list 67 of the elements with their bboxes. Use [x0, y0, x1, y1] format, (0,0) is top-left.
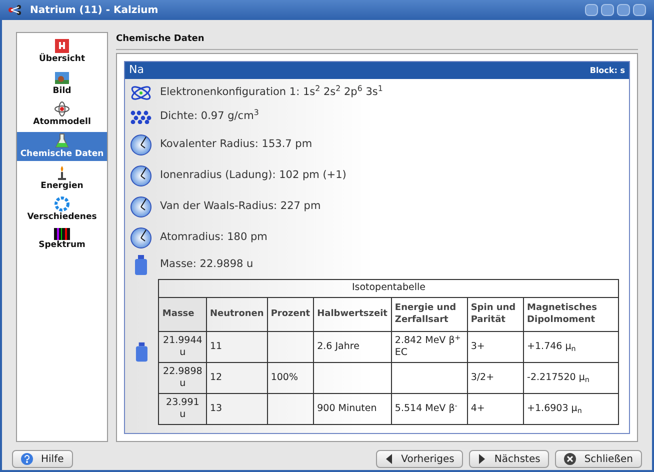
table-cell: 100% — [267, 362, 314, 394]
left-triangle-icon — [385, 454, 394, 464]
table-cell: 4+ — [467, 394, 524, 424]
window-title: Natrium (11) - Kalzium — [30, 4, 158, 18]
sidebar-item[interactable]: Spektrum — [17, 226, 107, 252]
atom-icon — [54, 101, 70, 118]
property-text: Ionenradius (Ladung): 102 pm (+1) — [160, 168, 346, 183]
sidebar-item[interactable]: Verschiedenes — [17, 195, 107, 224]
element-tile-icon — [54, 38, 70, 54]
column-header: Energie und Zerfallsart — [391, 298, 468, 332]
table-cell: 22.9898 u — [158, 362, 206, 394]
sidebar-item[interactable]: Bild — [17, 68, 107, 98]
table-cell: 13 — [206, 394, 268, 424]
flask-icon — [54, 132, 70, 149]
column-header: Prozent — [267, 298, 314, 332]
close-button[interactable]: Schließen — [555, 450, 642, 468]
gear-icon — [54, 196, 70, 212]
table-cell: 5.514 MeV β$^{-}$ — [391, 394, 468, 424]
spectrum-icon — [54, 228, 70, 240]
property-text: Atomradius: 180 pm — [160, 230, 268, 245]
table-cell: 11 — [206, 332, 268, 362]
table-cell: 900 Minuten — [314, 394, 392, 424]
radius-icon — [130, 226, 152, 248]
molecule-icon — [8, 4, 22, 16]
previous-button[interactable]: Vorheriges — [376, 450, 464, 468]
table-cell — [267, 394, 314, 424]
column-header: Magnetisches Dipolmoment — [524, 298, 618, 332]
table-cell: +1.6903 μ$_{n}$ — [524, 394, 618, 424]
sidebar-item[interactable]: Energien — [17, 164, 107, 192]
sidebar-item[interactable]: Chemische Daten — [17, 132, 107, 160]
sidebar-item[interactable]: Übersicht — [17, 37, 107, 66]
table-cell: 2.6 Jahre — [314, 332, 392, 362]
table-cell: 23.991 u — [158, 394, 206, 424]
right-triangle-icon — [478, 454, 486, 464]
element-symbol: Na — [129, 62, 144, 78]
next-button[interactable]: Nächstes — [469, 450, 550, 468]
atom-orbit-icon — [130, 84, 152, 102]
close-icon — [564, 453, 576, 465]
table-title: Isotopentabelle — [158, 280, 618, 298]
table-cell: 12 — [206, 362, 268, 394]
property-text: Kovalenter Radius: 153.7 pm — [160, 136, 312, 152]
table-cell: 3+ — [467, 332, 524, 362]
table-cell — [267, 332, 314, 362]
table-cell: 3/2+ — [467, 362, 524, 394]
weight-icon — [135, 342, 148, 362]
image-icon — [54, 70, 70, 86]
table-cell: 21.9944 u — [158, 332, 206, 362]
property-text: Elektronenkonfiguration 1: 1s$^{2}$ 2s$^{2}$ 2p$^{6}$ 3s$^{1}$ — [160, 85, 383, 100]
property-text: Van der Waals-Radius: 227 pm — [160, 198, 321, 214]
weight-icon — [134, 255, 148, 275]
page-title: Chemische Daten — [116, 33, 206, 46]
radius-icon — [130, 196, 152, 218]
table-cell: 2.842 MeV β$^{+}$ EC — [391, 332, 468, 362]
property-text: Masse: 22.9898 u — [160, 257, 254, 272]
radius-icon — [130, 134, 152, 156]
sidebar-item[interactable]: Atommodell — [17, 100, 107, 129]
table-cell: -2.217520 μ$_{n}$ — [524, 362, 618, 394]
block-label: Block: s — [590, 64, 625, 76]
column-header: Masse — [158, 298, 206, 332]
help-icon — [21, 453, 33, 465]
column-header: Halbwertszeit — [314, 298, 392, 332]
radius-icon — [130, 164, 152, 186]
table-cell: +1.746 μ$_{n}$ — [524, 332, 618, 362]
property-text: Dichte: 0.97 g/cm$^{3}$ — [160, 109, 259, 124]
molecules-icon — [130, 110, 152, 124]
help-button[interactable]: Hilfe — [12, 450, 73, 468]
column-header: Spin und Parität — [467, 298, 524, 332]
